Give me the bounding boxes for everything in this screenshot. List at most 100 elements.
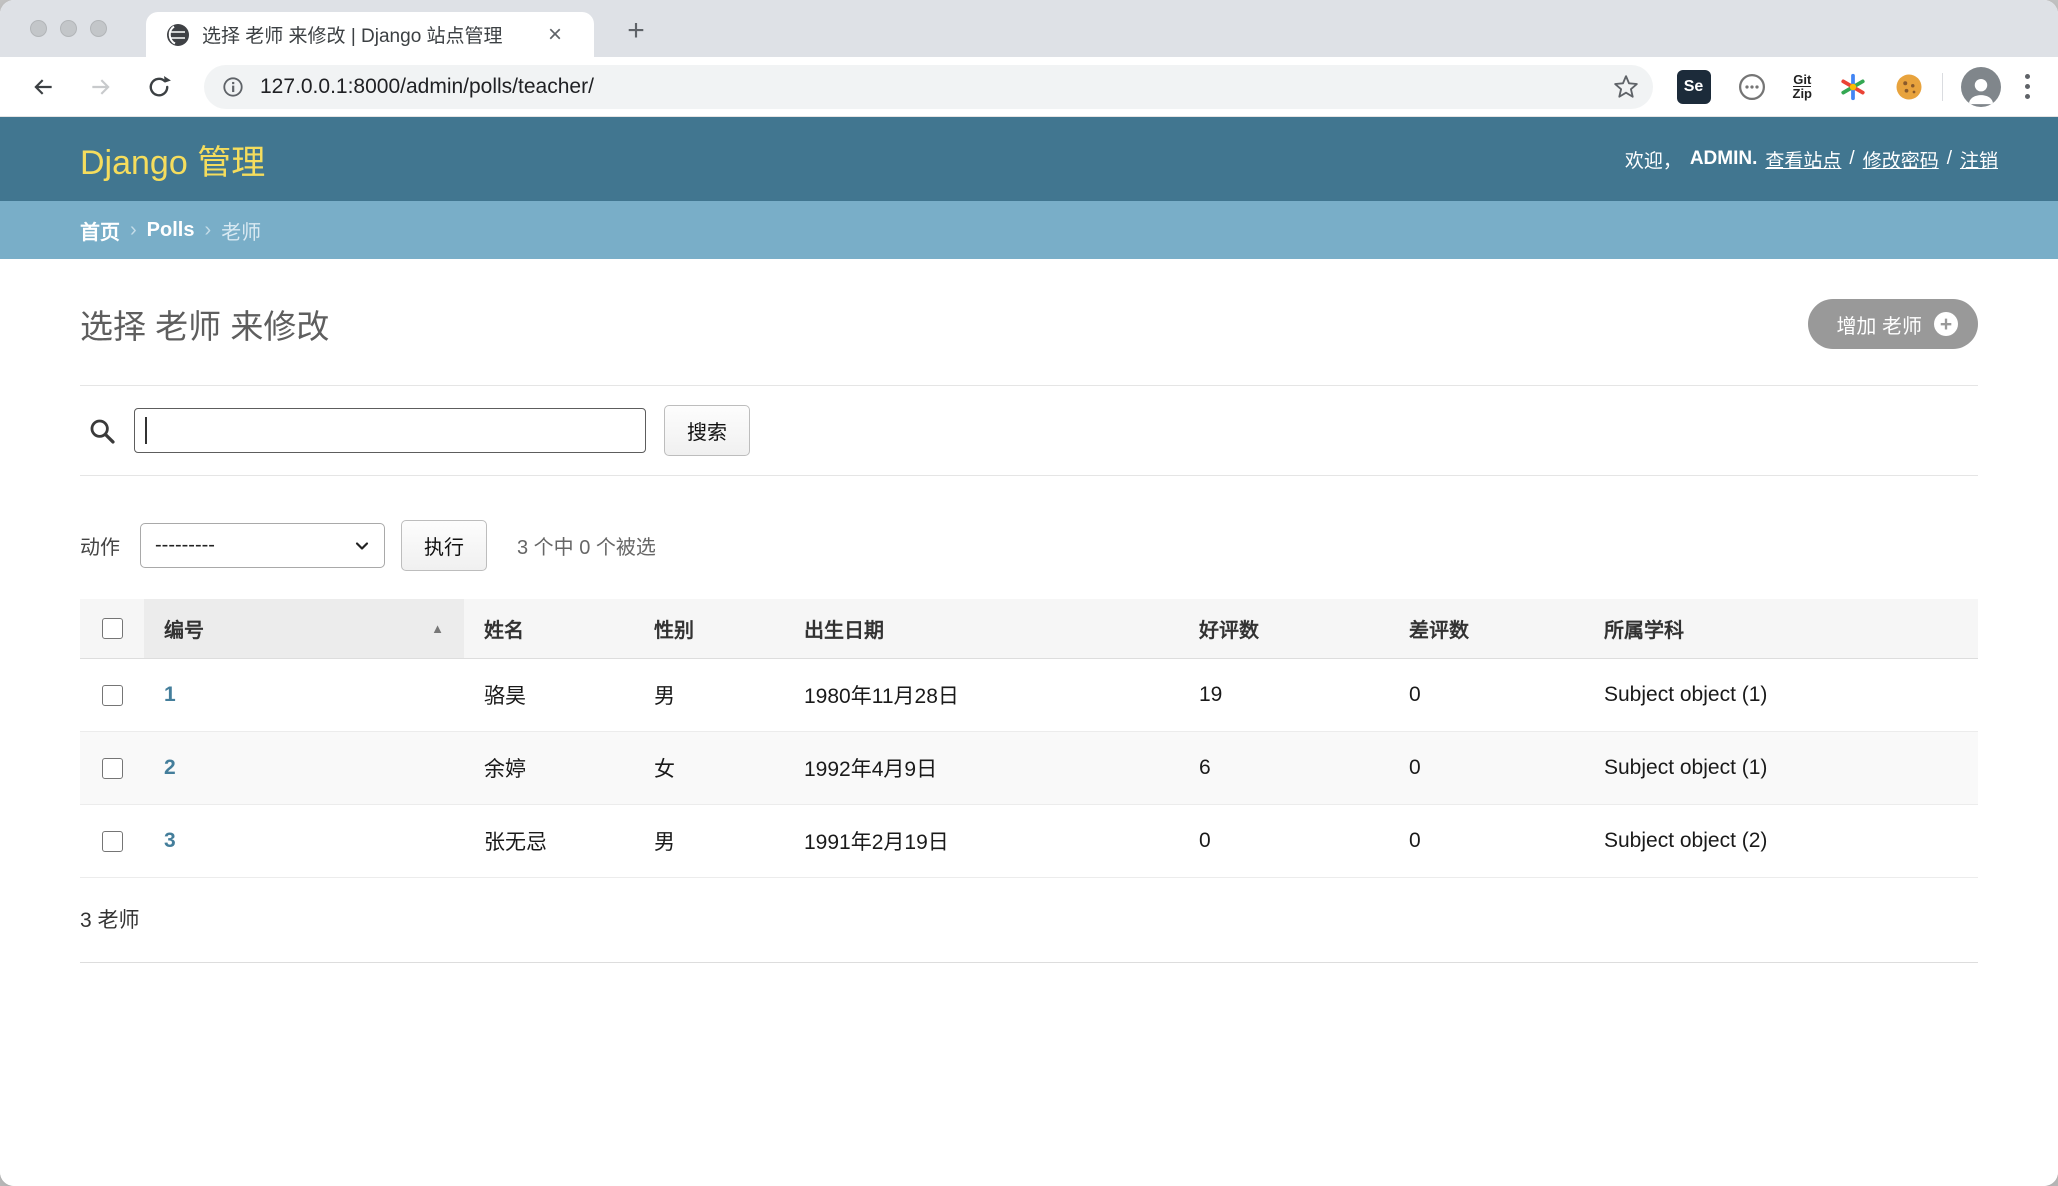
breadcrumb-separator: › — [130, 219, 137, 242]
select-all-checkbox[interactable] — [102, 618, 123, 639]
paginator-count: 3 老师 — [80, 878, 1978, 963]
bookmark-star-icon[interactable] — [1613, 74, 1639, 100]
cell-subject: Subject object (1) — [1584, 732, 1978, 805]
cell-birth: 1980年11月28日 — [784, 659, 1179, 732]
cell-good: 6 — [1179, 732, 1389, 805]
cell-bad: 0 — [1389, 659, 1584, 732]
cell-gender: 男 — [634, 659, 784, 732]
result-table: 编号 ▲ 姓名 性别 出生日期 好评数 差评数 所属学科 1 骆昊 — [80, 599, 1978, 878]
username-text: ADMIN. — [1690, 148, 1758, 170]
table-row: 3 张无忌 男 1991年2月19日 0 0 Subject object (2… — [80, 805, 1978, 878]
browser-toolbar: 127.0.0.1:8000/admin/polls/teacher/ Se G… — [0, 57, 2058, 117]
action-select[interactable]: --------- — [140, 523, 385, 568]
row-id-link[interactable]: 2 — [164, 756, 176, 779]
cell-name: 张无忌 — [464, 805, 634, 878]
new-tab-button[interactable]: + — [620, 15, 652, 47]
chevron-down-icon — [352, 536, 372, 556]
search-input[interactable] — [134, 408, 646, 453]
site-brand[interactable]: Django 管理 — [80, 135, 265, 184]
cell-good: 0 — [1179, 805, 1389, 878]
view-site-link[interactable]: 查看站点 — [1765, 146, 1841, 173]
cell-birth: 1991年2月19日 — [784, 805, 1179, 878]
cell-bad: 0 — [1389, 732, 1584, 805]
breadcrumb-app-link[interactable]: Polls — [147, 219, 195, 242]
cell-subject: Subject object (1) — [1584, 659, 1978, 732]
maximize-window-button[interactable] — [90, 20, 107, 37]
row-checkbox[interactable] — [102, 758, 123, 779]
breadcrumb-home-link[interactable]: 首页 — [80, 216, 120, 245]
row-checkbox[interactable] — [102, 831, 123, 852]
circle-dots-extension-icon[interactable] — [1737, 72, 1767, 102]
logout-link[interactable]: 注销 — [1960, 146, 1998, 173]
asterisk-extension-icon[interactable] — [1838, 72, 1868, 102]
change-password-link[interactable]: 修改密码 — [1863, 146, 1939, 173]
close-window-button[interactable] — [30, 20, 47, 37]
add-teacher-button[interactable]: 增加 老师 + — [1808, 299, 1978, 349]
row-checkbox[interactable] — [102, 685, 123, 706]
traffic-lights — [30, 20, 107, 37]
forward-icon[interactable] — [88, 74, 114, 100]
browser-window: 选择 老师 来修改 | Django 站点管理 × + 127.0.0.1:80… — [0, 0, 2058, 1186]
back-icon[interactable] — [30, 74, 56, 100]
column-header-good[interactable]: 好评数 — [1179, 599, 1389, 659]
cell-bad: 0 — [1389, 805, 1584, 878]
person-icon — [1964, 73, 1998, 107]
table-header-row: 编号 ▲ 姓名 性别 出生日期 好评数 差评数 所属学科 — [80, 599, 1978, 659]
cell-birth: 1992年4月9日 — [784, 732, 1179, 805]
breadcrumb-current: 老师 — [221, 216, 261, 245]
cell-name: 余婷 — [464, 732, 634, 805]
reload-icon[interactable] — [146, 74, 172, 100]
cell-name: 骆昊 — [464, 659, 634, 732]
extensions-area: Se Git Zip — [1677, 70, 1925, 104]
row-id-link[interactable]: 1 — [164, 683, 176, 706]
page-title: 选择 老师 来修改 — [80, 300, 329, 348]
row-id-link[interactable]: 3 — [164, 829, 176, 852]
url-text[interactable]: 127.0.0.1:8000/admin/polls/teacher/ — [260, 75, 1613, 99]
link-separator: / — [1947, 148, 1952, 170]
tab-close-icon[interactable]: × — [544, 23, 566, 47]
go-button[interactable]: 执行 — [401, 520, 487, 571]
table-row: 2 余婷 女 1992年4月9日 6 0 Subject object (1) — [80, 732, 1978, 805]
actions-row: 动作 --------- 执行 3 个中 0 个被选 — [80, 520, 1978, 571]
link-separator: / — [1849, 148, 1854, 170]
breadcrumb: 首页 › Polls › 老师 — [0, 201, 2058, 259]
cell-gender: 女 — [634, 732, 784, 805]
action-counter: 3 个中 0 个被选 — [517, 531, 656, 560]
sort-asc-icon[interactable]: ▲ — [431, 621, 444, 636]
cell-subject: Subject object (2) — [1584, 805, 1978, 878]
plus-icon: + — [1934, 312, 1958, 336]
site-favicon-icon — [166, 23, 190, 47]
cell-good: 19 — [1179, 659, 1389, 732]
profile-avatar[interactable] — [1961, 67, 2001, 107]
changelist-content: 选择 老师 来修改 增加 老师 + 搜索 动作 --------- — [0, 259, 2058, 1186]
text-cursor — [145, 417, 147, 444]
search-bar: 搜索 — [80, 385, 1978, 476]
cookie-extension-icon[interactable] — [1894, 72, 1924, 102]
column-header-gender[interactable]: 性别 — [634, 599, 784, 659]
browser-tab[interactable]: 选择 老师 来修改 | Django 站点管理 × — [146, 12, 594, 57]
selenium-extension-icon[interactable]: Se — [1677, 70, 1711, 104]
gitzip-extension-icon[interactable]: Git Zip — [1793, 73, 1813, 100]
column-header-subject[interactable]: 所属学科 — [1584, 599, 1978, 659]
column-header-bad[interactable]: 差评数 — [1389, 599, 1584, 659]
minimize-window-button[interactable] — [60, 20, 77, 37]
actions-label: 动作 — [80, 531, 120, 560]
search-icon — [88, 417, 116, 445]
browser-menu-icon[interactable] — [2021, 70, 2034, 103]
django-admin-header: Django 管理 欢迎， ADMIN. 查看站点 / 修改密码 / 注销 — [0, 117, 2058, 201]
column-header-id[interactable]: 编号 ▲ — [144, 599, 464, 659]
address-bar[interactable]: 127.0.0.1:8000/admin/polls/teacher/ — [204, 65, 1653, 109]
page-info-icon[interactable] — [222, 76, 244, 98]
search-button[interactable]: 搜索 — [664, 405, 750, 456]
search-input-wrap — [134, 408, 646, 453]
column-header-birth[interactable]: 出生日期 — [784, 599, 1179, 659]
cell-gender: 男 — [634, 805, 784, 878]
tab-strip: 选择 老师 来修改 | Django 站点管理 × + — [0, 0, 2058, 57]
breadcrumb-separator: › — [204, 219, 211, 242]
action-select-value: --------- — [155, 534, 215, 557]
toolbar-divider — [1942, 73, 1943, 101]
title-row: 选择 老师 来修改 增加 老师 + — [80, 299, 1978, 349]
column-header-name[interactable]: 姓名 — [464, 599, 634, 659]
tab-title: 选择 老师 来修改 | Django 站点管理 — [202, 21, 532, 48]
add-teacher-label: 增加 老师 — [1836, 310, 1922, 339]
